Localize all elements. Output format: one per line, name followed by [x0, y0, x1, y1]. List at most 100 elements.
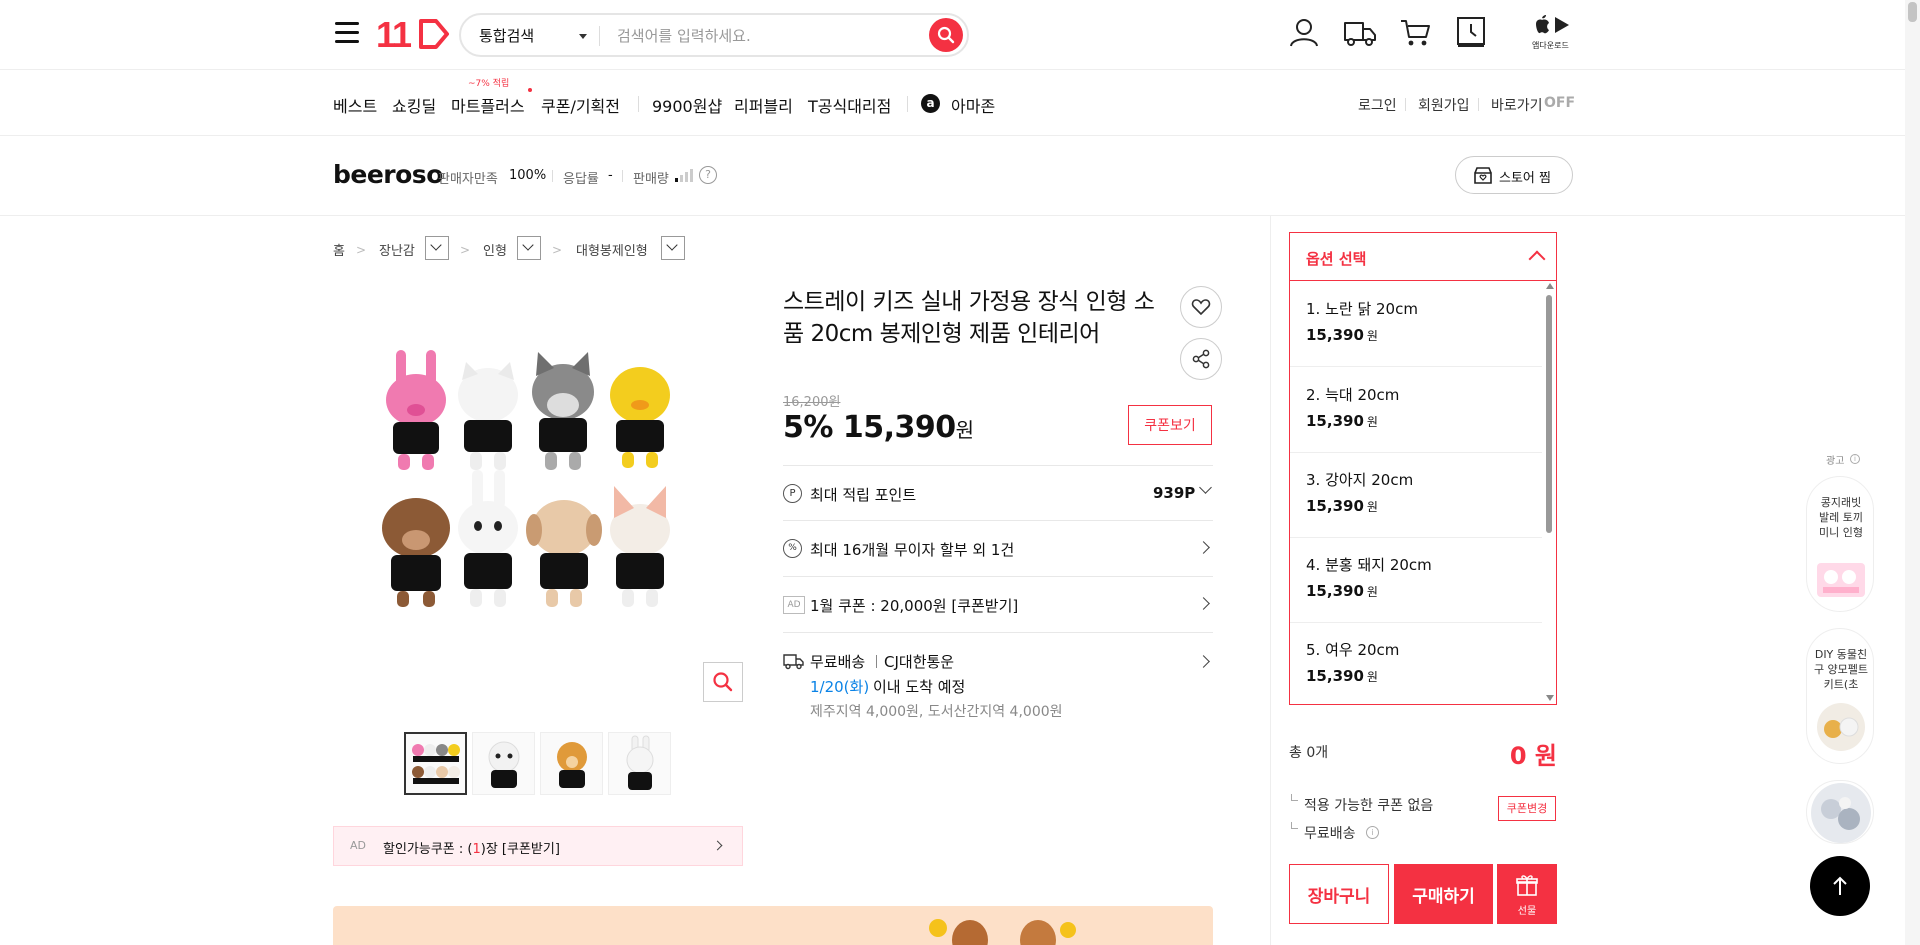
seller-name[interactable]: beeroso [333, 160, 443, 189]
option-select-box: 옵션 선택 1. 노란 닭 20cm 15,390 원 2. 늑대 20cm 15… [1289, 232, 1557, 705]
promo-character-image [929, 919, 1076, 945]
point-row[interactable]: P 최대 적립 포인트 939P [783, 465, 1213, 520]
ad-card-2[interactable]: DIY 동물친구 양모펠트 키트(초 [1806, 628, 1874, 764]
search-button[interactable] [929, 18, 963, 52]
ad-card-3[interactable] [1806, 780, 1874, 844]
option-price-value: 15,390 [1306, 326, 1364, 344]
share-button[interactable] [1180, 338, 1222, 380]
option-price-unit: 원 [1366, 415, 1378, 429]
help-icon[interactable]: ? [699, 166, 717, 184]
extra-shipping-fee: 제주지역 4,000원, 도서산간지역 4,000원 [810, 704, 1063, 720]
nav-divider [638, 96, 639, 112]
delivery-truck-icon[interactable] [1343, 18, 1377, 48]
breadcrumb-toys[interactable]: 장난감 [379, 240, 415, 259]
seller-bar: beeroso 판매자만족 100% 응답률 - 판매량 ? 스토어 찜 [0, 136, 1920, 216]
ad-tag: AD [350, 839, 366, 852]
breadcrumb-sep-icon: > [356, 243, 367, 257]
search-category-select[interactable]: 통합검색 [479, 25, 534, 46]
breadcrumb-doll-dropdown[interactable] [517, 236, 541, 260]
chevron-right-icon [1197, 541, 1210, 554]
breadcrumb-large-plush-dropdown[interactable] [661, 236, 685, 260]
installment-row[interactable]: % 최대 16개월 무이자 할부 외 1건 [783, 520, 1213, 576]
thumbnail-1[interactable] [404, 732, 467, 795]
search-category-caret-icon[interactable] [579, 34, 587, 39]
scroll-to-top-button[interactable] [1810, 856, 1870, 916]
store-icon [1474, 167, 1492, 184]
nav-shocking-deal[interactable]: 쇼킹딜 [392, 93, 436, 117]
tree-line-icon [1291, 822, 1298, 829]
option-item[interactable]: 1. 노란 닭 20cm 15,390 원 [1290, 282, 1542, 367]
login-link[interactable]: 로그인 [1358, 95, 1397, 115]
info-icon[interactable]: i [1850, 454, 1860, 464]
nav-refurbly[interactable]: 리퍼블리 [734, 93, 793, 117]
option-item[interactable]: 3. 강아지 20cm 15,390 원 [1290, 453, 1542, 538]
option-item[interactable]: 5. 여우 20cm 15,390 원 [1290, 623, 1542, 708]
nav-amazon[interactable]: 아마존 [951, 93, 995, 117]
plush-grey-wolf [532, 352, 594, 470]
scroll-down-icon[interactable] [1546, 695, 1554, 701]
scroll-thumb[interactable] [1546, 295, 1552, 533]
nav-t-official[interactable]: T공식대리점 [808, 93, 891, 117]
arrow-up-icon [1833, 876, 1847, 895]
option-item[interactable]: 4. 분홍 돼지 20cm 15,390 원 [1290, 538, 1542, 623]
store-follow-button[interactable]: 스토어 찜 [1455, 156, 1573, 194]
gift-label: 선물 [1517, 906, 1537, 917]
ad-card-1-image [1817, 563, 1865, 597]
nav-best[interactable]: 베스트 [333, 93, 377, 117]
discount-coupon-bar[interactable]: AD 할인가능쿠폰 : (1)장 [쿠폰받기] [333, 826, 743, 866]
option-price-value: 15,390 [1306, 667, 1364, 685]
option-item[interactable]: 2. 늑대 20cm 15,390 원 [1290, 368, 1542, 453]
shortcut-state[interactable]: OFF [1544, 95, 1575, 111]
cart-icon[interactable] [1399, 18, 1431, 48]
shipping-divider [876, 655, 877, 668]
recent-view-icon[interactable] [1456, 16, 1486, 48]
plush-white-rabbit [458, 470, 518, 607]
search-input[interactable]: 검색어를 입력하세요. [617, 25, 751, 46]
app-download-button[interactable]: 앱다운로드 [1528, 14, 1578, 54]
add-to-cart-button[interactable]: 장바구니 [1289, 864, 1389, 924]
coupon-change-button[interactable]: 쿠폰변경 [1498, 796, 1556, 821]
no-coupon-text: 적용 가능한 쿠폰 없음 [1304, 798, 1434, 814]
nav-mart-plus[interactable]: 마트플러스 [451, 93, 525, 117]
shortcut-link[interactable]: 바로가기 [1491, 95, 1543, 115]
coupon-view-button[interactable]: 쿠폰보기 [1128, 405, 1212, 445]
category-nav: 베스트 쇼킹딜 마트플러스 ~7% 적립 쿠폰/기획전 9900원샵 리퍼블리 … [0, 70, 1920, 136]
ad-card-1[interactable]: 콩지래빗 발레 토끼 미니 인형 [1806, 476, 1874, 612]
breadcrumb-large-plush[interactable]: 대형봉제인형 [576, 240, 648, 259]
month-coupon-row[interactable]: AD 1월 쿠폰 : 20,000원 [쿠폰받기] [783, 576, 1213, 632]
breadcrumb-toys-dropdown[interactable] [425, 236, 449, 260]
discount-coupon-prefix: 할인가능쿠폰 : ( [383, 842, 473, 857]
thumbnail-3[interactable] [540, 732, 603, 795]
scroll-up-icon[interactable] [1546, 283, 1554, 289]
arrival-date: 1/20(화) [810, 678, 870, 696]
shipping-row[interactable]: 무료배송 CJ대한통운 1/20(화) 이내 도착 예정 제주지역 4,000원… [783, 632, 1213, 732]
my-account-icon[interactable] [1288, 16, 1320, 48]
seller-satisfaction-label: 판매자만족 [438, 172, 498, 187]
breadcrumb-home[interactable]: 홈 [333, 240, 345, 259]
product-main-image[interactable] [378, 350, 688, 650]
arrival-suffix: 이내 도착 예정 [873, 678, 966, 696]
nav-coupon-event[interactable]: 쿠폰/기획전 [541, 93, 620, 117]
breadcrumb-doll[interactable]: 인형 [483, 240, 507, 259]
logo-text: 11 [376, 14, 412, 55]
site-logo[interactable]: 11 [376, 14, 449, 55]
hamburger-menu-icon[interactable] [335, 22, 359, 44]
info-icon[interactable]: i [1366, 826, 1379, 839]
promo-banner[interactable] [333, 906, 1213, 945]
discount-coupon-suffix: )장 [쿠폰받기] [480, 842, 560, 857]
gift-button[interactable]: 선물 [1497, 864, 1557, 924]
buy-now-button[interactable]: 구매하기 [1394, 864, 1493, 924]
sale-price: 15,390 [842, 410, 956, 445]
nav-9900-shop[interactable]: 9900원샵 [652, 93, 722, 117]
option-scrollbar[interactable] [1544, 283, 1554, 703]
thumbnail-4[interactable] [608, 732, 671, 795]
wishlist-button[interactable] [1180, 286, 1222, 328]
zoom-button[interactable] [703, 662, 743, 702]
signup-link[interactable]: 회원가입 [1418, 95, 1470, 115]
option-price-value: 15,390 [1306, 412, 1364, 430]
page-scroll-thumb[interactable] [1908, 2, 1917, 22]
option-header[interactable]: 옵션 선택 [1290, 233, 1556, 281]
thumbnail-image [412, 744, 460, 784]
page-scrollbar[interactable] [1905, 0, 1920, 945]
thumbnail-2[interactable] [472, 732, 535, 795]
